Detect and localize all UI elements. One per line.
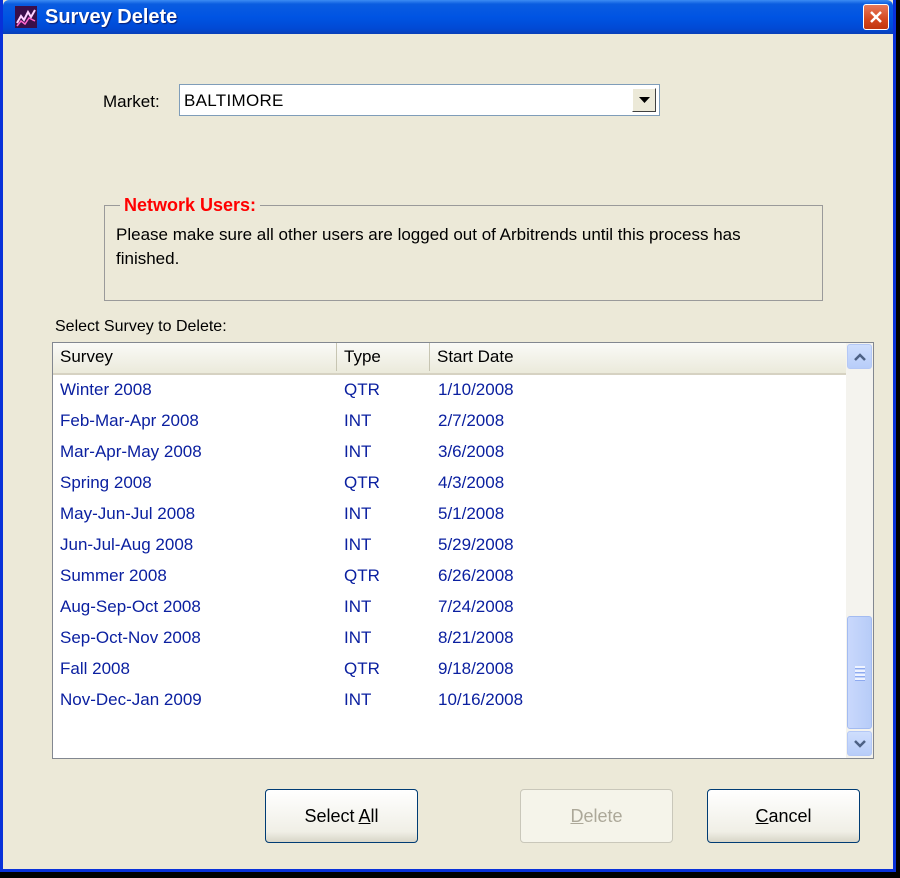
cancel-label-post: ancel: [768, 806, 812, 826]
close-button[interactable]: [863, 4, 889, 30]
select-all-label-post: ll: [370, 806, 379, 826]
table-row[interactable]: Summer 2008 QTR 6/26/2008: [53, 561, 846, 592]
survey-list[interactable]: Survey Type Start Date Winter 2008 QTR 1…: [52, 342, 874, 759]
delete-button[interactable]: Delete: [520, 789, 673, 843]
scroll-up-button[interactable]: [847, 344, 872, 369]
table-row[interactable]: Aug-Sep-Oct 2008 INT 7/24/2008: [53, 592, 846, 623]
table-row[interactable]: Feb-Mar-Apr 2008 INT 2/7/2008: [53, 406, 846, 437]
notice-text: Please make sure all other users are log…: [116, 225, 741, 268]
cancel-button[interactable]: Cancel: [707, 789, 860, 843]
delete-label-post: elete: [583, 806, 623, 826]
table-row[interactable]: Winter 2008 QTR 1/10/2008: [53, 375, 846, 406]
type-cell: QTR: [344, 566, 380, 585]
start-date-cell: 5/1/2008: [438, 504, 505, 523]
type-cell: INT: [344, 597, 372, 616]
survey-cell: Jun-Jul-Aug 2008: [60, 535, 194, 554]
survey-cell: Sep-Oct-Nov 2008: [60, 628, 201, 647]
column-header-type[interactable]: Type: [337, 343, 430, 371]
title-bar[interactable]: Survey Delete: [3, 0, 893, 34]
start-date-cell: 7/24/2008: [438, 597, 514, 616]
market-select-value: BALTIMORE: [184, 91, 284, 110]
start-date-cell: 3/6/2008: [438, 442, 505, 461]
survey-cell: Aug-Sep-Oct 2008: [60, 597, 201, 616]
table-row[interactable]: Spring 2008 QTR 4/3/2008: [53, 468, 846, 499]
table-row[interactable]: May-Jun-Jul 2008 INT 5/1/2008: [53, 499, 846, 530]
survey-delete-dialog: Survey Delete Market: BALTIMORE Network …: [0, 0, 896, 872]
select-all-button[interactable]: Select All: [265, 789, 418, 843]
survey-cell: Spring 2008: [60, 473, 152, 492]
survey-cell: Winter 2008: [60, 380, 152, 399]
table-row[interactable]: Jun-Jul-Aug 2008 INT 5/29/2008: [53, 530, 846, 561]
delete-accelerator: D: [570, 806, 584, 826]
app-icon: [15, 6, 37, 28]
survey-cell: Summer 2008: [60, 566, 167, 585]
chevron-up-icon: [854, 353, 866, 361]
type-cell: INT: [344, 690, 372, 709]
survey-cell: Nov-Dec-Jan 2009: [60, 690, 202, 709]
type-cell: INT: [344, 411, 372, 430]
type-cell: INT: [344, 628, 372, 647]
close-icon: [870, 11, 882, 23]
start-date-cell: 6/26/2008: [438, 566, 514, 585]
start-date-cell: 10/16/2008: [438, 690, 524, 709]
cancel-accelerator: C: [755, 806, 769, 826]
notice-title: Network Users:: [120, 195, 261, 216]
vertical-scrollbar[interactable]: [846, 343, 873, 758]
survey-list-label: Select Survey to Delete:: [55, 318, 227, 335]
start-date-cell: 1/10/2008: [438, 380, 514, 399]
survey-cell: May-Jun-Jul 2008: [60, 504, 196, 523]
column-header-survey[interactable]: Survey: [53, 343, 337, 371]
grip-icon: [855, 666, 865, 682]
table-row[interactable]: Nov-Dec-Jan 2009 INT 10/16/2008: [53, 685, 846, 716]
scroll-down-button[interactable]: [847, 731, 872, 756]
list-body: Winter 2008 QTR 1/10/2008 Feb-Mar-Apr 20…: [53, 375, 846, 755]
type-cell: INT: [344, 535, 372, 554]
chevron-down-icon: [854, 740, 866, 748]
type-cell: QTR: [344, 473, 380, 492]
type-cell: INT: [344, 504, 372, 523]
select-all-accelerator: A: [358, 806, 371, 826]
survey-cell: Mar-Apr-May 2008: [60, 442, 202, 461]
chevron-down-icon: [639, 97, 650, 103]
start-date-cell: 5/29/2008: [438, 535, 514, 554]
start-date-cell: 9/18/2008: [438, 659, 514, 678]
start-date-cell: 2/7/2008: [438, 411, 505, 430]
column-header-start-date[interactable]: Start Date: [430, 343, 846, 371]
survey-cell: Feb-Mar-Apr 2008: [60, 411, 199, 430]
survey-cell: Fall 2008: [60, 659, 130, 678]
network-users-notice: Network Users: Please make sure all othe…: [104, 195, 823, 301]
window-title: Survey Delete: [45, 6, 178, 28]
scroll-thumb[interactable]: [847, 616, 872, 729]
type-cell: INT: [344, 442, 372, 461]
start-date-cell: 4/3/2008: [438, 473, 505, 492]
market-select[interactable]: BALTIMORE: [179, 84, 660, 116]
type-cell: QTR: [344, 380, 380, 399]
type-cell: QTR: [344, 659, 380, 678]
table-row[interactable]: Mar-Apr-May 2008 INT 3/6/2008: [53, 437, 846, 468]
table-row[interactable]: Sep-Oct-Nov 2008 INT 8/21/2008: [53, 623, 846, 654]
table-row[interactable]: Fall 2008 QTR 9/18/2008: [53, 654, 846, 685]
market-dropdown-button[interactable]: [632, 88, 656, 112]
list-header: Survey Type Start Date: [53, 343, 846, 375]
market-label: Market:: [103, 92, 160, 111]
start-date-cell: 8/21/2008: [438, 628, 514, 647]
select-all-label-pre: Select: [304, 806, 359, 826]
